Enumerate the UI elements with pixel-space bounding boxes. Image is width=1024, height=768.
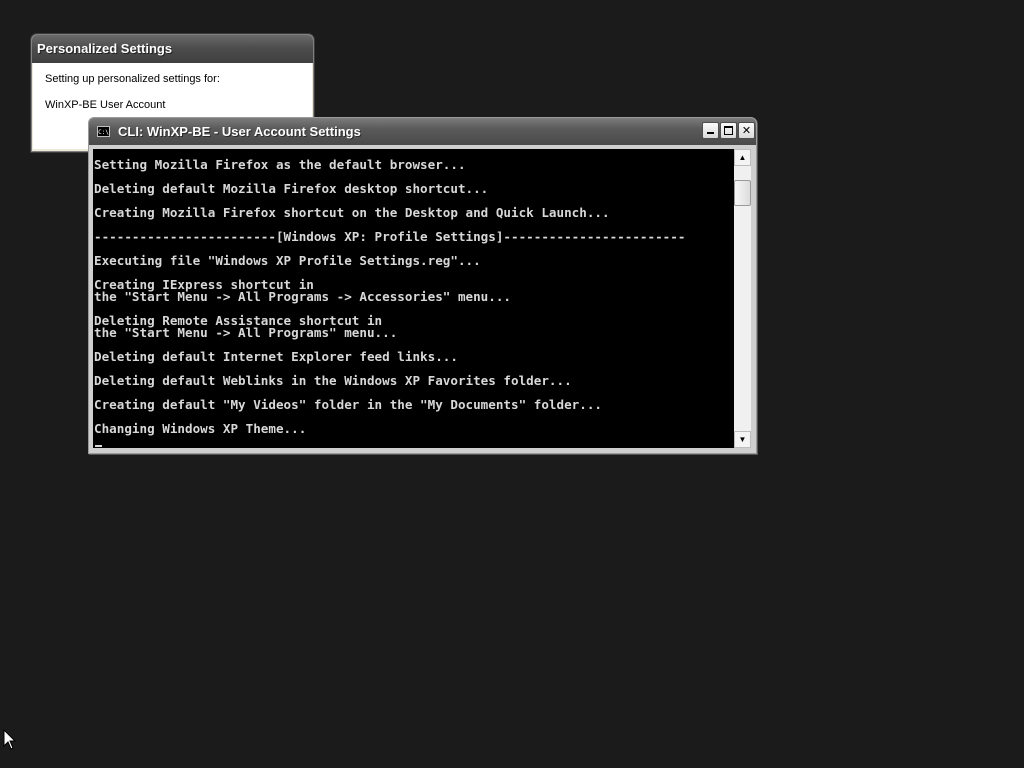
window-titlebar[interactable]: C:\ CLI: WinXP-BE - User Account Setting… — [89, 118, 756, 145]
dialog-message: Setting up personalized settings for: — [45, 73, 220, 85]
console-output-area[interactable]: Setting Mozilla Firefox as the default b… — [93, 149, 734, 448]
console-output-text: Setting Mozilla Firefox as the default b… — [94, 157, 686, 436]
cli-console-window[interactable]: C:\ CLI: WinXP-BE - User Account Setting… — [88, 117, 757, 454]
minimize-icon — [707, 132, 714, 134]
close-icon: ✕ — [741, 124, 752, 137]
window-title: CLI: WinXP-BE - User Account Settings — [118, 124, 361, 139]
text-cursor — [95, 445, 102, 447]
dialog-title: Personalized Settings — [32, 35, 313, 63]
scroll-up-button[interactable]: ▲ — [734, 149, 751, 166]
desktop: Personalized Settings Setting up persona… — [0, 0, 1024, 768]
close-button[interactable]: ✕ — [738, 122, 755, 139]
minimize-button[interactable] — [702, 122, 719, 139]
vertical-scrollbar[interactable]: ▲ ▼ — [734, 149, 751, 448]
scrollbar-thumb[interactable] — [734, 180, 751, 206]
mouse-pointer-icon — [3, 729, 17, 750]
console-icon[interactable]: C:\ — [97, 126, 110, 137]
maximize-button[interactable] — [720, 122, 737, 139]
maximize-icon — [724, 126, 733, 135]
scroll-down-button[interactable]: ▼ — [734, 431, 751, 448]
